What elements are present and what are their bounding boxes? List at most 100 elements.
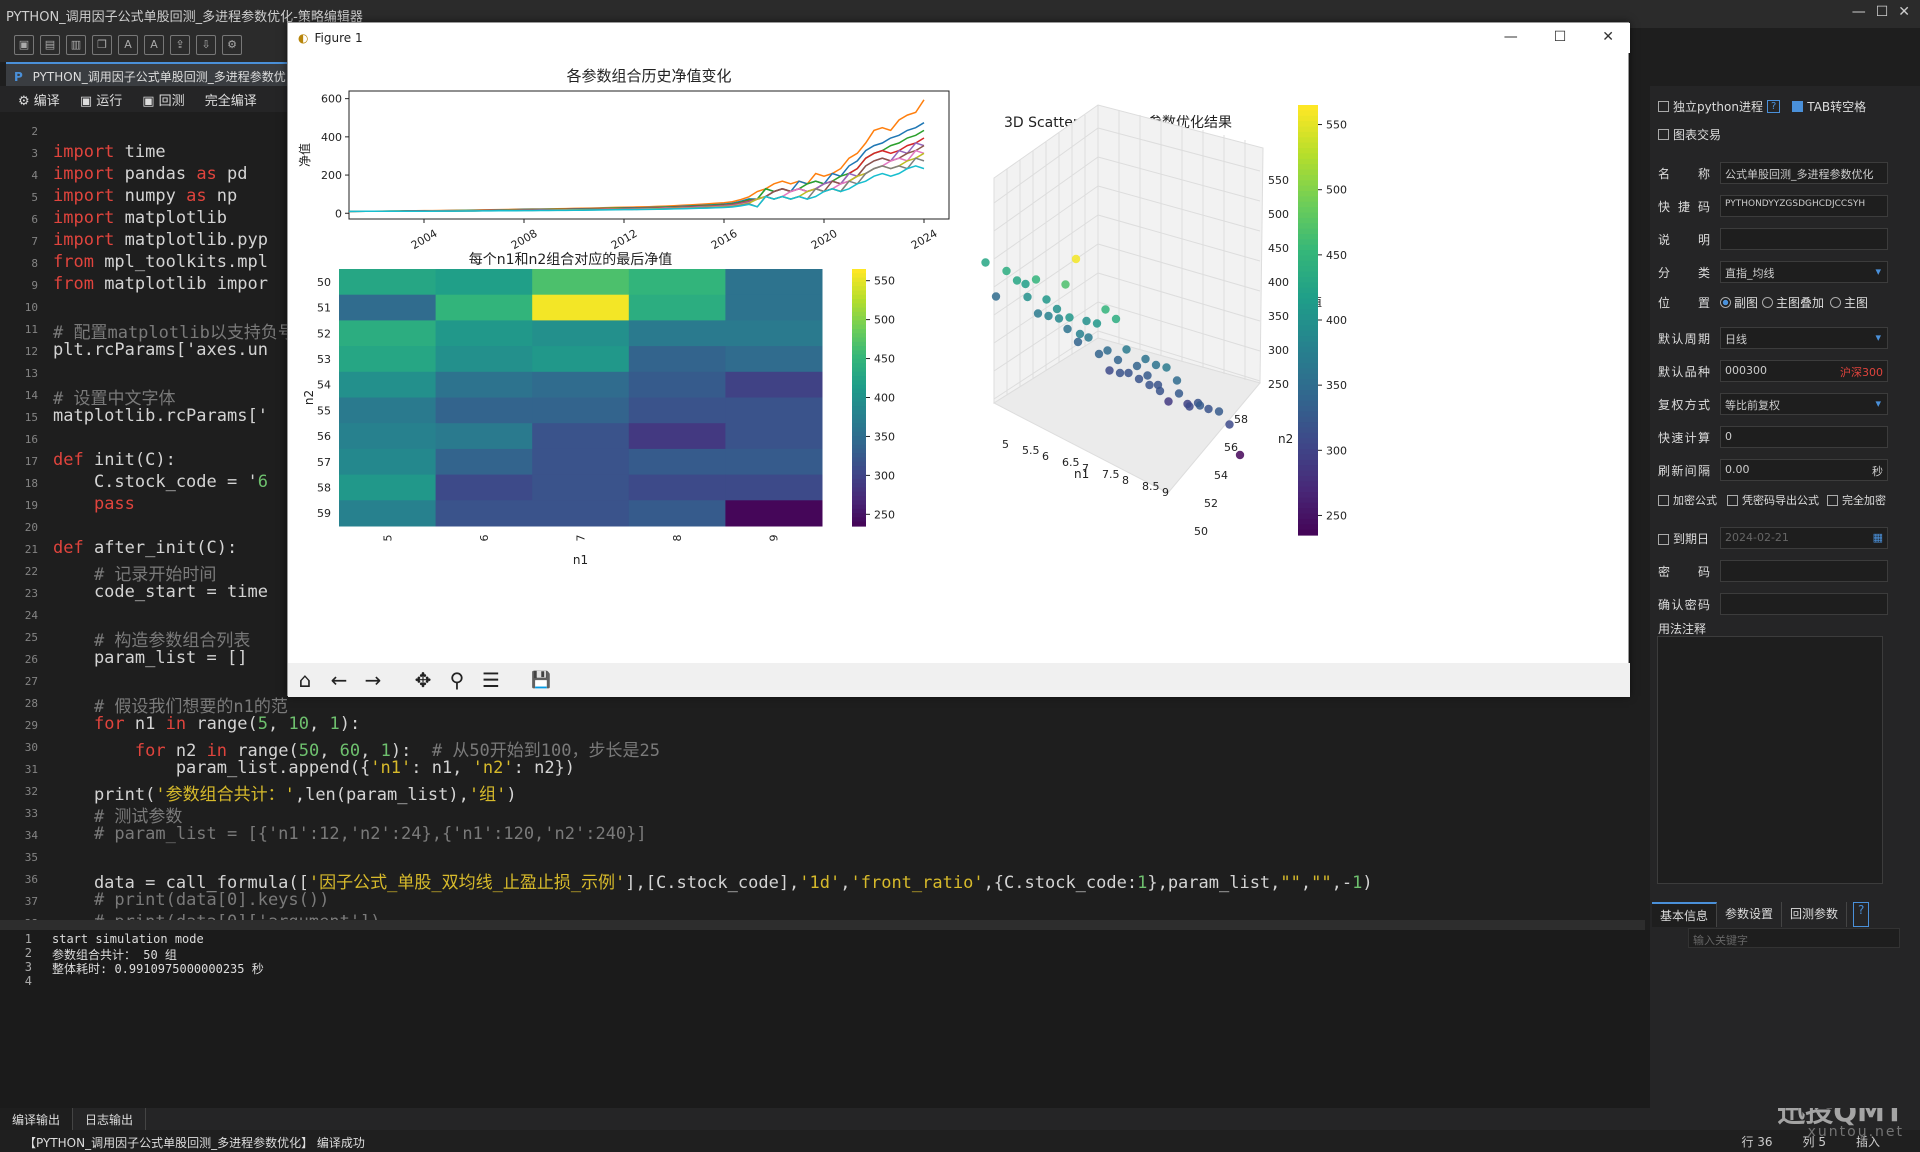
panel-help-icon[interactable]: ? [1853, 902, 1870, 927]
heatmap-ytick-label: 54 [317, 379, 331, 392]
line-chart-xtick-label: 2008 [509, 227, 540, 252]
scatter3d-colorbar-segment [1298, 250, 1318, 257]
expire-checkbox-wrap[interactable]: 到期日 [1658, 530, 1720, 547]
tab-backtest-params[interactable]: 回测参数 [1782, 902, 1848, 927]
description-field[interactable] [1720, 228, 1888, 250]
forward-icon[interactable]: → [360, 667, 386, 693]
name-field[interactable]: 公式单股回测_多进程参数优化 [1720, 162, 1888, 184]
compile-button[interactable]: ⚙ 编译 [18, 90, 60, 109]
export-icon[interactable]: ⇪ [170, 35, 190, 55]
radio-main-chart[interactable] [1830, 297, 1842, 308]
save-figure-icon[interactable]: 💾 [528, 667, 554, 693]
code-line[interactable]: import numpy as np [53, 186, 237, 206]
code-line[interactable]: def init(C): [53, 450, 176, 470]
code-line[interactable]: matplotlib.rcParams[' [53, 406, 268, 426]
code-line[interactable]: plt.rcParams['axes.un [53, 340, 268, 360]
heatmap-colorbar-segment [852, 448, 866, 454]
tab-param-settings[interactable]: 参数设置 [1717, 902, 1783, 927]
export-password-checkbox[interactable] [1727, 494, 1738, 506]
heatmap-colorbar-segment [852, 380, 866, 386]
notes-textarea[interactable] [1657, 636, 1883, 884]
symbol-field[interactable]: 000300 沪深300 [1720, 360, 1888, 382]
configure-subplots-icon[interactable]: ☰ [478, 667, 504, 693]
tab-compile-output[interactable]: 编译输出 [0, 1108, 74, 1130]
line-number: 5 [31, 191, 38, 204]
scatter3d-point [1094, 349, 1104, 359]
calendar-icon[interactable]: ▦ [1873, 531, 1883, 544]
figure-maximize-button[interactable]: ☐ [1554, 29, 1567, 45]
password-field[interactable] [1720, 560, 1888, 582]
pane-splitter[interactable] [0, 920, 1645, 930]
line-number: 37 [24, 895, 38, 908]
settings-icon[interactable]: ⚙ [222, 35, 242, 55]
save-icon[interactable]: ▣ [14, 35, 34, 55]
code-line[interactable]: C.stock_code = '6 [53, 472, 268, 492]
full-encrypt-checkbox[interactable] [1827, 494, 1838, 506]
code-line[interactable]: import matplotlib [53, 208, 227, 228]
figure-close-button[interactable]: ✕ [1602, 29, 1614, 45]
chart-trade-checkbox[interactable]: 图表交易 [1658, 126, 1721, 143]
standalone-python-checkbox[interactable]: 独立python进程 ? TAB转空格 [1658, 98, 1866, 115]
save-all-icon[interactable]: ▤ [40, 35, 60, 55]
file-tab[interactable]: P PYTHON_调用因子公式单股回测_多进程参数优化 [6, 62, 296, 101]
tab-to-space-checkbox[interactable] [1792, 101, 1804, 112]
radio-sub-chart[interactable] [1720, 297, 1731, 308]
close-button[interactable]: ✕ [1898, 4, 1910, 20]
code-line[interactable]: param_list = [] [53, 648, 248, 668]
heatmap-colorbar-segment [852, 367, 866, 373]
heatmap-colorbar-label: 500 [874, 314, 895, 327]
encrypt-formula-checkbox[interactable] [1658, 494, 1669, 506]
code-line[interactable]: # print(data[0]['argument']) [53, 912, 381, 920]
tab-log-output[interactable]: 日志输出 [73, 1108, 147, 1130]
help-icon[interactable]: ? [1766, 100, 1781, 113]
font-larger-icon[interactable]: A [144, 35, 164, 55]
code-line[interactable]: from mpl_toolkits.mpl [53, 252, 268, 272]
import-icon[interactable]: ⇩ [196, 35, 216, 55]
maximize-button[interactable]: ☐ [1876, 4, 1889, 20]
scatter3d-colorbar-segment [1298, 207, 1318, 214]
radio-main-overlay[interactable] [1762, 297, 1774, 308]
code-line[interactable]: pass [53, 494, 135, 514]
home-icon[interactable]: ⌂ [292, 667, 318, 693]
save-as-icon[interactable]: ▥ [66, 35, 86, 55]
code-line[interactable]: code_start = time [53, 582, 268, 602]
scatter3d-colorbar-segment [1298, 320, 1318, 326]
pan-icon[interactable]: ✥ [410, 667, 436, 693]
code-line[interactable]: from matplotlib impor [53, 274, 268, 294]
heatmap-colorbar-label: 450 [874, 353, 895, 366]
code-line[interactable]: param_list.append({'n1': n1, 'n2': n2}) [53, 758, 575, 778]
zoom-icon[interactable]: ⚲ [444, 667, 470, 693]
copy-icon[interactable]: ❐ [92, 35, 112, 55]
minimize-button[interactable]: — [1852, 4, 1866, 20]
backtest-button[interactable]: ▣ 回测 [142, 90, 184, 109]
confirm-password-field[interactable] [1720, 593, 1888, 615]
code-line[interactable]: def after_init(C): [53, 538, 237, 558]
refresh-field[interactable]: 0.00 秒 [1720, 459, 1888, 481]
expire-date-field[interactable]: 2024-02-21 ▦ [1720, 527, 1888, 549]
run-button[interactable]: ▣ 运行 [80, 90, 122, 109]
heatmap-colorbar-segment [852, 474, 866, 480]
font-smaller-icon[interactable]: A [118, 35, 138, 55]
tab-basic-info[interactable]: 基本信息 [1652, 902, 1718, 927]
code-line[interactable]: import matplotlib.pyp [53, 230, 268, 250]
keyword-search-input[interactable]: 输入关键字 [1688, 928, 1900, 948]
code-line[interactable]: # param_list = [{'n1':12,'n2':24},{'n1':… [53, 824, 647, 844]
shortcut-field[interactable]: PYTHONDYYZGSDGHCDJCCSYH [1720, 195, 1888, 217]
expire-checkbox[interactable] [1658, 533, 1669, 545]
adjust-select[interactable]: 等比前复权 ▾ [1720, 393, 1888, 415]
full-compile-button[interactable]: 完全编译 [205, 90, 257, 109]
code-line[interactable]: import pandas as pd [53, 164, 248, 184]
fastcalc-field[interactable]: 0 [1720, 426, 1888, 448]
period-select[interactable]: 日线 ▾ [1720, 327, 1888, 349]
line-number: 8 [31, 257, 38, 270]
checkbox-icon[interactable] [1658, 129, 1669, 140]
code-line[interactable]: for n1 in range(5, 10, 1): [53, 714, 360, 734]
checkbox-icon[interactable] [1658, 101, 1669, 112]
code-line[interactable]: import time [53, 142, 166, 162]
category-select[interactable]: 直指_均线 ▾ [1720, 261, 1888, 283]
heatmap-xtick-label: 6 [478, 535, 491, 542]
figure-minimize-button[interactable]: — [1504, 29, 1518, 45]
back-icon[interactable]: ← [326, 667, 352, 693]
scatter3d-colorbar-segment [1298, 298, 1318, 305]
code-line[interactable]: # print(data[0].keys()) [53, 890, 329, 910]
